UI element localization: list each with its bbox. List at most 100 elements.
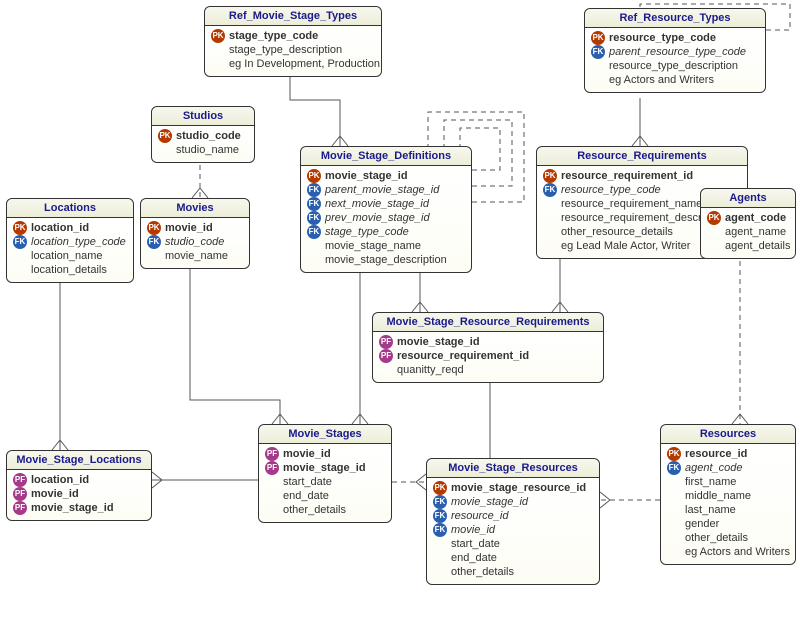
entity-title: Resource_Requirements [537, 147, 747, 166]
fk-icon: FK [591, 45, 605, 59]
field-label: agent_name [725, 225, 786, 239]
field-row: PKresource_type_code [591, 31, 759, 45]
spacer [265, 503, 279, 517]
field-row: FKstudio_code [147, 235, 243, 249]
field-label: agent_code [685, 461, 743, 475]
field-row: PKstage_type_code [211, 29, 375, 43]
field-row: PKmovie_id [147, 221, 243, 235]
spacer [307, 239, 321, 253]
field-row: movie_name [147, 249, 243, 263]
field-label: studio_code [165, 235, 224, 249]
entity-title: Ref_Resource_Types [585, 9, 765, 28]
field-label: movie_stage_id [397, 335, 480, 349]
field-label: movie_stage_id [325, 169, 408, 183]
field-row: PF movie_stage_id [265, 461, 385, 475]
spacer [211, 57, 225, 71]
pk-icon: PK [13, 221, 27, 235]
entity-body: PKagent_codeagent_nameagent_details [701, 208, 795, 258]
spacer [543, 225, 557, 239]
entity-title: Movie_Stages [259, 425, 391, 444]
field-row: end_date [433, 551, 593, 565]
field-row: FKprev_movie_stage_id [307, 211, 465, 225]
entity-body: PKresource_type_codeFKparent_resource_ty… [585, 28, 765, 92]
entity-movie_stage_definitions: Movie_Stage_DefinitionsPKmovie_stage_idF… [300, 146, 472, 273]
field-row: PFmovie_id [13, 487, 145, 501]
entity-agents: AgentsPKagent_codeagent_nameagent_detail… [700, 188, 796, 259]
fk-icon: FK [13, 235, 27, 249]
field-row: agent_details [707, 239, 789, 253]
field-label: movie_stage_id [283, 461, 366, 475]
field-label: start_date [451, 537, 500, 551]
field-row: middle_name [667, 489, 789, 503]
field-row: stage_type_description [211, 43, 375, 57]
field-row: FK movie_id [433, 523, 593, 537]
field-label: movie_id [451, 523, 495, 537]
field-label: resource_type_code [609, 31, 716, 45]
field-label: studio_name [176, 143, 239, 157]
pf-icon: PF [13, 501, 27, 515]
entity-studios: StudiosPKstudio_codestudio_name [151, 106, 255, 163]
field-row: PFmovie_stage_id [13, 501, 145, 515]
field-row: PKmovie_stage_resource_id [433, 481, 593, 495]
entity-movie_stage_resources: Movie_Stage_ResourcesPKmovie_stage_resou… [426, 458, 600, 585]
entity-title: Agents [701, 189, 795, 208]
field-label: location_name [31, 249, 103, 263]
spacer [543, 211, 557, 225]
field-label: location_details [31, 263, 107, 277]
field-row: PFresource_requirement_id [379, 349, 597, 363]
field-label: resource_type_code [561, 183, 661, 197]
field-label: gender [685, 517, 719, 531]
fk-icon: FK [667, 461, 681, 475]
field-row: studio_name [158, 143, 248, 157]
entity-body: PKmovie_idFKstudio_codemovie_name [141, 218, 249, 268]
field-label: movie_id [283, 447, 331, 461]
erd-canvas: Ref_Movie_Stage_TypesPKstage_type_codest… [0, 0, 800, 634]
field-row: FKparent_resource_type_code [591, 45, 759, 59]
spacer [667, 517, 681, 531]
field-label: other_details [685, 531, 748, 545]
field-row: PFlocation_id [13, 473, 145, 487]
entity-title: Movie_Stage_Resource_Requirements [373, 313, 603, 332]
spacer [591, 59, 605, 73]
field-row: other_details [265, 503, 385, 517]
field-row: agent_name [707, 225, 789, 239]
spacer [211, 43, 225, 57]
field-row: FK agent_code [667, 461, 789, 475]
field-label: last_name [685, 503, 736, 517]
field-row: start_date [265, 475, 385, 489]
entity-title: Resources [661, 425, 795, 444]
field-row: FKresource_id [433, 509, 593, 523]
entity-body: PFlocation_idPFmovie_idPFmovie_stage_id [7, 470, 151, 520]
entity-body: PKmovie_stage_idFKparent_movie_stage_idF… [301, 166, 471, 272]
field-label: agent_details [725, 239, 790, 253]
entity-body: PKstage_type_codestage_type_descriptione… [205, 26, 381, 76]
field-label: movie_stage_resource_id [451, 481, 586, 495]
field-row: eg Actors and Writers [591, 73, 759, 87]
field-label: eg Actors and Writers [609, 73, 714, 87]
field-label: eg Lead Male Actor, Writer [561, 239, 690, 253]
field-label: stage_type_description [229, 43, 342, 57]
entity-movies: MoviesPKmovie_idFKstudio_codemovie_name [140, 198, 250, 269]
field-label: parent_movie_stage_id [325, 183, 439, 197]
field-label: location_id [31, 473, 89, 487]
fk-icon: FK [307, 197, 321, 211]
field-row: location_name [13, 249, 127, 263]
field-row: eg In Development, Production [211, 57, 375, 71]
fk-icon: FK [433, 523, 447, 537]
field-row: FKparent_movie_stage_id [307, 183, 465, 197]
field-label: stage_type_code [325, 225, 409, 239]
fk-icon: FK [307, 225, 321, 239]
field-label: other_resource_details [561, 225, 673, 239]
field-row: PKresource_requirement_id [543, 169, 741, 183]
spacer [433, 565, 447, 579]
pf-icon: PF [13, 487, 27, 501]
entity-title: Movie_Stage_Locations [7, 451, 151, 470]
entity-movie_stage_resource_requirements: Movie_Stage_Resource_RequirementsPFmovie… [372, 312, 604, 383]
pf-icon: PF [265, 461, 279, 475]
entity-ref_movie_stage_types: Ref_Movie_Stage_TypesPKstage_type_codest… [204, 6, 382, 77]
entity-body: PFmovie_stage_idPFresource_requirement_i… [373, 332, 603, 382]
field-label: next_movie_stage_id [325, 197, 429, 211]
pf-icon: PF [265, 447, 279, 461]
field-label: movie_name [165, 249, 228, 263]
field-label: location_id [31, 221, 89, 235]
